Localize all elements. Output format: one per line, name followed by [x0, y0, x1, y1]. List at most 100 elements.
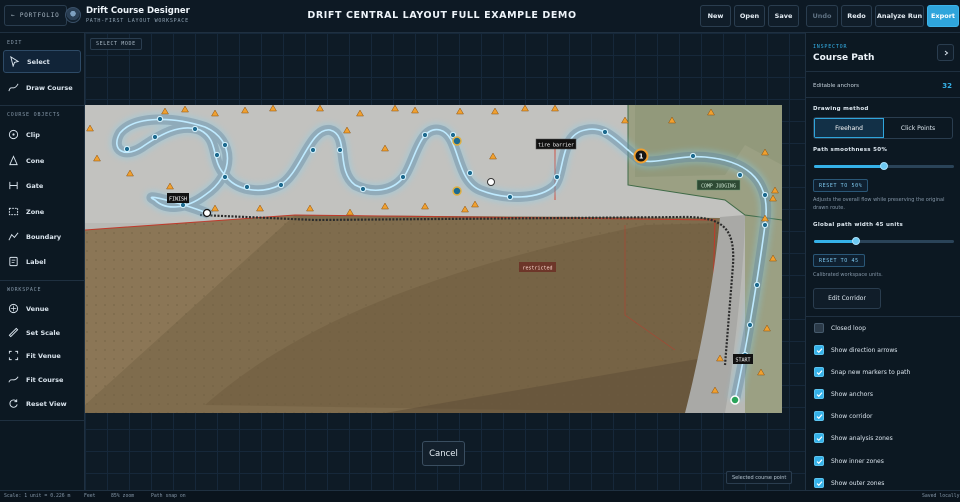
option-label: Show analysis zones	[831, 434, 893, 442]
tool-label: Fit Course	[26, 375, 64, 384]
cancel-button[interactable]: Cancel	[422, 441, 465, 466]
tire-barrier-label[interactable]: tire barrier	[538, 143, 574, 149]
inspector-panel: INSPECTOR Course Path Editable anchors 3…	[805, 33, 960, 490]
divider	[0, 105, 84, 106]
tool-fit-venue[interactable]: Fit Venue	[3, 344, 81, 367]
checkbox[interactable]	[814, 323, 824, 333]
boundary-icon	[8, 232, 19, 241]
undo-button[interactable]: Undo	[806, 5, 838, 27]
tool-clip[interactable]: Clip	[3, 123, 81, 146]
edit-corridor-button[interactable]: Edit Corridor	[813, 288, 881, 309]
inspector-title: Course Path	[813, 53, 875, 63]
drawing-method-label: Drawing method	[813, 106, 869, 112]
clip-target-icon	[8, 129, 19, 140]
save-button[interactable]: Save	[768, 5, 799, 27]
tool-zone[interactable]: Zone	[3, 200, 81, 223]
selected-point-badge: Selected course point	[726, 471, 793, 484]
draw-path-icon	[8, 83, 19, 92]
course-objects-heading: COURSE OBJECTS	[7, 112, 61, 118]
check-icon	[816, 458, 822, 464]
reset-smoothness-button[interactable]: RESET TO 50%	[813, 179, 869, 192]
course-canvas[interactable]: SELECT MODE 1 tire barrier FINISH COMP J…	[85, 33, 805, 490]
path-width-slider[interactable]	[814, 237, 954, 245]
portfolio-back-button[interactable]: ← PORTFOLIO	[4, 5, 67, 26]
tool-gate[interactable]: Gate	[3, 174, 81, 197]
option-label: Snap new markers to path	[831, 368, 911, 376]
tool-sidebar: EDIT Select Draw Course COURSE OBJECTS C…	[0, 33, 85, 490]
zone-icon	[8, 207, 19, 216]
option-row[interactable]: Show direction arrows	[814, 345, 897, 355]
tool-draw-course[interactable]: Draw Course	[3, 76, 81, 99]
reset-path-width-button[interactable]: RESET TO 45	[813, 254, 865, 267]
smoothness-slider[interactable]	[814, 162, 954, 170]
start-label[interactable]: START	[735, 358, 750, 364]
tool-label: Clip	[26, 130, 40, 139]
finish-label[interactable]: FINISH	[169, 197, 187, 203]
check-icon	[816, 480, 822, 486]
tool-label: Gate	[26, 181, 44, 190]
workspace-heading: WORKSPACE	[7, 287, 42, 293]
option-label: Closed loop	[831, 324, 866, 332]
export-button[interactable]: Export	[927, 5, 959, 27]
collapse-inspector-button[interactable]	[937, 44, 954, 61]
tool-boundary[interactable]: Boundary	[3, 225, 81, 248]
tool-label[interactable]: Label	[3, 250, 81, 273]
edit-heading: EDIT	[7, 40, 23, 46]
app-title: Drift Course Designer	[86, 6, 190, 16]
fit-icon	[8, 350, 19, 361]
ruler-icon	[8, 327, 19, 338]
check-icon	[816, 369, 822, 375]
checkbox[interactable]	[814, 345, 824, 355]
venue-map[interactable]: 1 tire barrier FINISH COMP JUDGING restr…	[85, 105, 782, 413]
check-icon	[816, 347, 822, 353]
check-icon	[816, 391, 822, 397]
checkbox[interactable]	[814, 367, 824, 377]
checkbox[interactable]	[814, 389, 824, 399]
smoothness-label: Path smoothness 50%	[813, 147, 888, 153]
analyze-run-button[interactable]: Analyze Run	[875, 5, 924, 27]
tool-venue[interactable]: Venue	[3, 297, 81, 320]
option-row[interactable]: Snap new markers to path	[814, 367, 910, 377]
open-button[interactable]: Open	[734, 5, 765, 27]
scale-readout: Scale: 1 unit = 0.226 m	[4, 494, 71, 499]
check-icon	[816, 435, 822, 441]
checkbox[interactable]	[814, 411, 824, 421]
divider	[806, 316, 960, 317]
tool-fit-course[interactable]: Fit Course	[3, 368, 81, 391]
reset-icon	[9, 399, 18, 408]
top-bar: ← PORTFOLIO Drift Course Designer PATH-F…	[0, 0, 960, 33]
method-click-points-option[interactable]: Click Points	[884, 118, 952, 138]
option-row[interactable]: Show analysis zones	[814, 433, 893, 443]
option-row[interactable]: Closed loop	[814, 323, 866, 333]
comp-judging-label[interactable]: COMP JUDGING	[701, 184, 736, 190]
tool-set-scale[interactable]: Set Scale	[3, 321, 81, 344]
app-logo-icon	[65, 7, 81, 23]
tool-reset-view[interactable]: Reset View	[3, 392, 81, 415]
divider	[0, 420, 84, 421]
path-width-label: Global path width 45 units	[813, 222, 904, 228]
checkbox[interactable]	[814, 433, 824, 443]
checkbox[interactable]	[814, 456, 824, 466]
tool-label: Cone	[26, 156, 45, 165]
checkbox[interactable]	[814, 478, 824, 488]
redo-button[interactable]: Redo	[841, 5, 872, 27]
slider-knob[interactable]	[852, 237, 860, 245]
divider	[806, 97, 960, 98]
select-mode-badge: SELECT MODE	[90, 38, 142, 50]
pointer-icon	[10, 56, 20, 67]
new-button[interactable]: New	[700, 5, 731, 27]
tool-select[interactable]: Select	[3, 50, 81, 73]
tool-label: Boundary	[26, 232, 62, 241]
method-freehand-option[interactable]: Freehand	[814, 118, 884, 138]
option-row[interactable]: Show inner zones	[814, 456, 884, 466]
option-row[interactable]: Show outer zones	[814, 478, 884, 488]
tool-cone[interactable]: Cone	[3, 149, 81, 172]
slider-knob[interactable]	[880, 162, 888, 170]
option-row[interactable]: Show anchors	[814, 389, 873, 399]
slider-fill	[814, 165, 884, 168]
chevron-right-icon	[944, 50, 948, 55]
tool-label-text: Label	[26, 257, 46, 266]
restricted-label[interactable]: restricted	[522, 266, 552, 272]
option-row[interactable]: Show corridor	[814, 411, 873, 421]
editable-anchors-label: Editable anchors	[813, 83, 860, 89]
